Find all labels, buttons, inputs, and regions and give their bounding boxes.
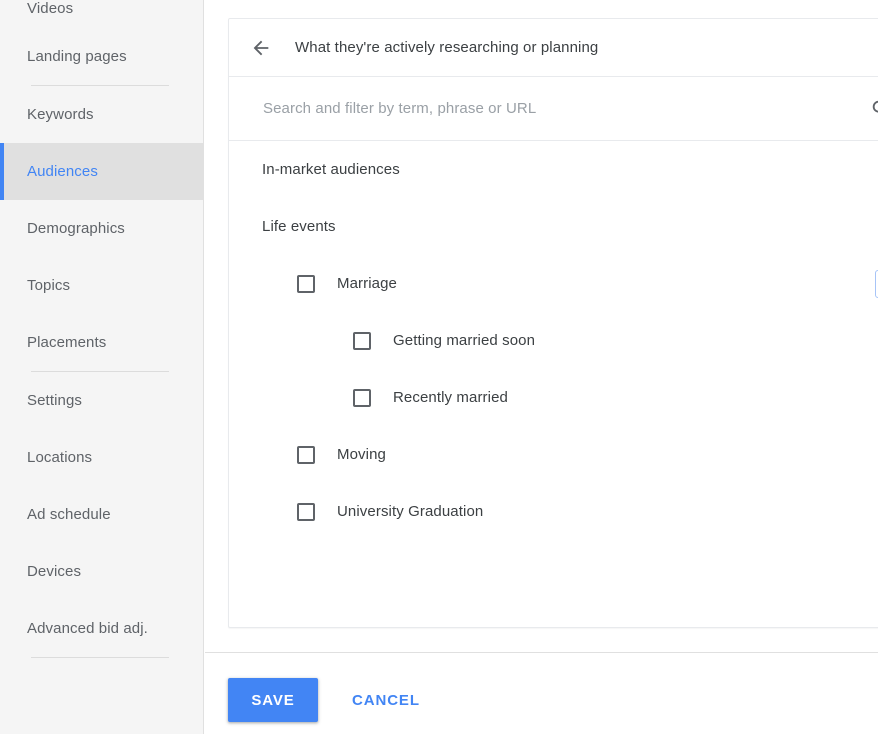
search-input[interactable] (261, 99, 863, 118)
sidebar-item-settings[interactable]: Settings (0, 372, 203, 429)
tree-item-label: Marriage (337, 275, 397, 292)
sidebar-item-label: Advanced bid adj. (27, 620, 148, 637)
sidebar-item-label: Topics (27, 277, 71, 294)
chevron-down-icon[interactable] (873, 155, 878, 185)
sidebar-item-audiences[interactable]: Audiences (0, 143, 203, 200)
sidebar-item-label: Settings (27, 392, 82, 409)
checkbox[interactable] (297, 274, 315, 293)
sidebar-divider (31, 657, 169, 658)
tree-item-label: Recently married (393, 389, 508, 406)
sidebar-item-demographics[interactable]: Demographics (0, 200, 203, 257)
tree-item-row[interactable]: Marriage (229, 255, 878, 312)
main-content: What they're actively researching or pla… (205, 0, 878, 734)
sidebar-item-label: Devices (27, 563, 82, 580)
card-footer: SAVE CANCEL (228, 678, 428, 722)
audience-tree: In-market audiences Life events Marriage Ge… (229, 141, 878, 540)
footer-divider (205, 652, 878, 653)
checkbox[interactable] (297, 445, 315, 464)
chevron-down-icon[interactable] (873, 497, 878, 527)
left-sidebar: Videos Landing pages Keywords Audiences Demo… (0, 0, 204, 734)
sidebar-item-advanced-bid-adj[interactable]: Advanced bid adj. (0, 600, 203, 657)
sidebar-item-label: Keywords (27, 106, 94, 123)
search-icon[interactable] (863, 91, 878, 127)
checkbox[interactable] (353, 331, 371, 350)
sidebar-item-label: Locations (27, 449, 93, 466)
app-root: Videos Landing pages Keywords Audiences Demo… (0, 0, 878, 734)
sidebar-item-locations[interactable]: Locations (0, 429, 203, 486)
tree-section-label: Life events (262, 218, 336, 235)
search-row (229, 77, 878, 141)
cancel-button[interactable]: CANCEL (344, 678, 428, 722)
tree-item-row[interactable]: Recently married (229, 369, 878, 426)
sidebar-item-label: Landing pages (27, 48, 127, 65)
sidebar-item-keywords[interactable]: Keywords (0, 86, 203, 143)
sidebar-item-videos[interactable]: Videos (0, 0, 203, 28)
sidebar-item-landing-pages[interactable]: Landing pages (0, 28, 203, 85)
save-button[interactable]: SAVE (228, 678, 318, 722)
checkbox[interactable] (353, 388, 371, 407)
tree-item-row[interactable]: Getting married soon (229, 312, 878, 369)
tree-section-row[interactable]: Life events (229, 198, 878, 255)
tree-section-label: In-market audiences (262, 161, 400, 178)
sidebar-item-label: Videos (27, 0, 74, 17)
tree-item-label: Getting married soon (393, 332, 536, 349)
sidebar-item-devices[interactable]: Devices (0, 543, 203, 600)
audience-picker-card: What they're actively researching or pla… (228, 18, 878, 628)
card-title: What they're actively researching or pla… (295, 39, 599, 56)
sidebar-item-label: Placements (27, 334, 107, 351)
sidebar-item-label: Ad schedule (27, 506, 111, 523)
back-arrow-icon[interactable] (246, 33, 276, 63)
sidebar-item-label: Audiences (27, 163, 98, 180)
sidebar-item-topics[interactable]: Topics (0, 257, 203, 314)
tree-item-label: Moving (337, 446, 386, 463)
tree-item-row[interactable]: University Graduation (229, 483, 878, 540)
sidebar-item-ad-schedule[interactable]: Ad schedule (0, 486, 203, 543)
chevron-up-icon[interactable] (873, 212, 878, 242)
tree-item-row[interactable]: Moving (229, 426, 878, 483)
sidebar-item-label: Demographics (27, 220, 125, 237)
sidebar-item-placements[interactable]: Placements (0, 314, 203, 371)
tree-section-row[interactable]: In-market audiences (229, 141, 878, 198)
card-header: What they're actively researching or pla… (229, 19, 878, 77)
checkbox[interactable] (297, 502, 315, 521)
chevron-down-icon[interactable] (873, 440, 878, 470)
tree-item-label: University Graduation (337, 503, 484, 520)
